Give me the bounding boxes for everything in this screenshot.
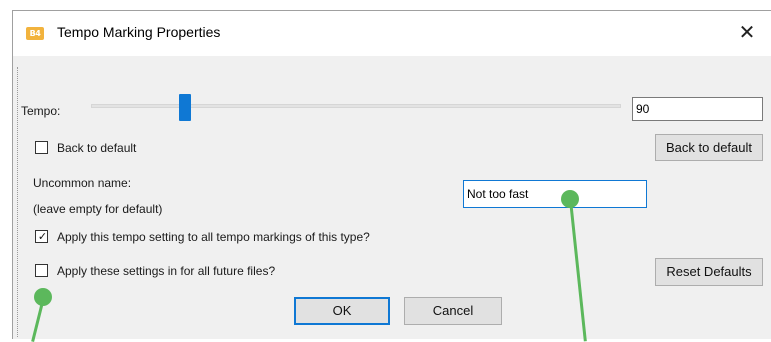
apply-all-label: Apply this tempo setting to all tempo ma…	[57, 230, 370, 244]
title-bar: B4 Tempo Marking Properties ✕	[13, 11, 771, 56]
back-to-default-checkbox[interactable]	[35, 141, 48, 154]
ok-button[interactable]: OK	[294, 297, 390, 325]
back-to-default-button[interactable]: Back to default	[655, 134, 763, 161]
checkmark-icon: ✓	[37, 230, 48, 243]
close-icon[interactable]: ✕	[735, 19, 759, 45]
cancel-button[interactable]: Cancel	[404, 297, 502, 325]
uncommon-name-hint: (leave empty for default)	[33, 202, 163, 216]
apply-all-checkbox[interactable]: ✓	[35, 230, 48, 243]
tempo-marking-dialog: B4 Tempo Marking Properties ✕ Tempo: Bac…	[12, 10, 771, 339]
reset-defaults-button[interactable]: Reset Defaults	[655, 258, 763, 286]
tempo-label: Tempo:	[21, 104, 61, 118]
uncommon-name-input[interactable]	[463, 180, 647, 208]
tempo-value-input[interactable]	[632, 97, 763, 121]
annotation-pointer-dot-right	[561, 190, 579, 208]
tempo-slider-thumb[interactable]	[179, 94, 192, 121]
window-title: Tempo Marking Properties	[57, 24, 221, 40]
tempo-slider-track[interactable]	[91, 104, 621, 108]
back-to-default-checkbox-label: Back to default	[57, 141, 137, 155]
app-logo-icon: B4	[26, 27, 44, 40]
annotation-pointer-dot-left	[34, 288, 52, 306]
dotted-edge-divider	[17, 67, 18, 337]
apply-future-checkbox[interactable]	[35, 264, 48, 277]
apply-future-label: Apply these settings in for all future f…	[57, 264, 276, 278]
uncommon-name-label: Uncommon name:	[33, 176, 132, 190]
